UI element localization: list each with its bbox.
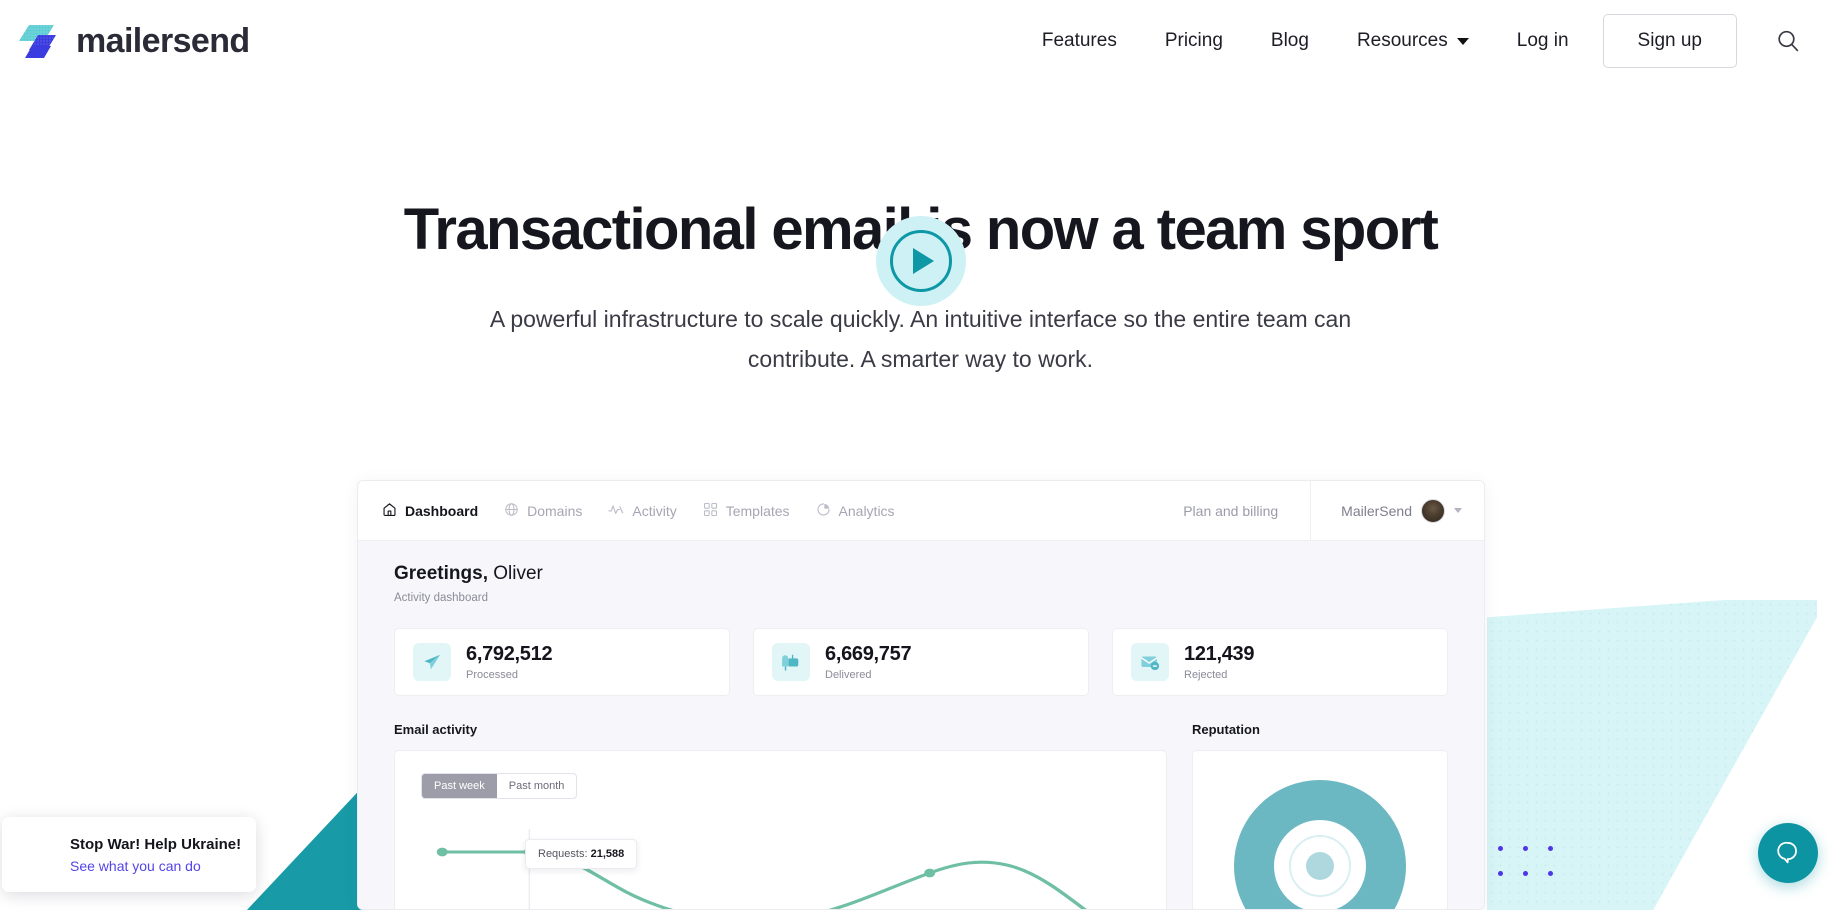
play-ring: [890, 230, 952, 292]
email-activity-card: Past week Past month Requests: 21,588: [394, 750, 1167, 909]
dashboard-tabs: Dashboard Domains Activity Templates Ana…: [358, 502, 895, 520]
stat-card-processed-text: 6,792,512 Processed: [466, 643, 553, 681]
pie-chart-icon: [816, 502, 831, 520]
play-icon: [913, 248, 934, 274]
dashboard-top-bar-right: Plan and billing MailerSend: [1151, 481, 1484, 540]
reputation-card: [1192, 750, 1448, 909]
mailbox-icon: [772, 643, 810, 681]
nav-link-resources-label: Resources: [1356, 30, 1448, 51]
grid-icon: [703, 502, 718, 520]
greeting-name: Oliver: [487, 563, 543, 584]
chat-widget-button[interactable]: [1758, 823, 1818, 883]
nav-link-pricing[interactable]: Pricing: [1141, 20, 1247, 62]
dashboard-tab-domains-label: Domains: [527, 502, 583, 519]
brand-name: mailersend: [76, 21, 250, 60]
account-name: MailerSend: [1341, 502, 1412, 519]
stat-card-rejected-label: Rejected: [1184, 669, 1228, 681]
reputation-panel: Reputation: [1192, 722, 1448, 909]
chevron-down-icon: [1456, 37, 1469, 45]
stat-cards: 6,792,512 Processed 6,669,757 Delivered …: [394, 628, 1448, 696]
stat-card-delivered-label: Delivered: [825, 669, 872, 681]
chart-tooltip-value: 21,588: [590, 848, 625, 860]
account-menu[interactable]: MailerSend: [1310, 481, 1484, 540]
range-toggle-past-week[interactable]: Past week: [422, 774, 497, 798]
hero-subtitle: A powerful infrastructure to scale quick…: [489, 305, 1352, 372]
stat-card-rejected[interactable]: 121,439 Rejected: [1112, 628, 1448, 696]
envelope-rejected-icon: [1131, 643, 1169, 681]
dashboard-tab-activity-label: Activity: [632, 502, 677, 519]
dashboard-tab-analytics-label: Analytics: [838, 502, 895, 519]
chart-tooltip: Requests: 21,588: [525, 839, 638, 869]
dashboard-tab-domains[interactable]: Domains: [504, 502, 582, 520]
stat-card-processed-value: 6,792,512: [466, 643, 553, 665]
dashboard-tab-templates-label: Templates: [725, 502, 790, 519]
stat-card-rejected-text: 121,439 Rejected: [1184, 643, 1255, 681]
stat-card-delivered-value: 6,669,757: [825, 643, 912, 665]
ukraine-banner-text: Stop War! Help Ukraine! See what you can…: [70, 836, 241, 874]
dashboard-tab-templates[interactable]: Templates: [703, 502, 790, 520]
chevron-down-icon: [1454, 508, 1462, 513]
home-icon: [382, 502, 397, 520]
nav-links: Features Pricing Blog Resources Log in S…: [1018, 14, 1841, 68]
paper-plane-icon: [413, 643, 451, 681]
greeting-bold: Greetings,: [394, 563, 488, 584]
stat-card-processed[interactable]: 6,792,512 Processed: [394, 628, 730, 696]
avatar: [1421, 498, 1445, 523]
brand-logo[interactable]: mailersend: [16, 19, 250, 63]
email-activity-panel: Email activity Past week Past month Requ…: [394, 722, 1167, 909]
chat-bubble-icon: [1773, 836, 1803, 871]
stat-card-delivered[interactable]: 6,669,757 Delivered: [753, 628, 1089, 696]
stat-card-processed-label: Processed: [466, 669, 518, 681]
dashboard-tab-analytics[interactable]: Analytics: [816, 502, 895, 520]
stat-card-delivered-text: 6,669,757 Delivered: [825, 643, 912, 681]
dashboard-top-bar: Dashboard Domains Activity Templates Ana…: [358, 481, 1484, 541]
dashboard-tab-activity[interactable]: Activity: [608, 502, 677, 520]
dashboard-tab-dashboard[interactable]: Dashboard: [382, 502, 478, 520]
ukraine-banner[interactable]: Stop War! Help Ukraine! See what you can…: [2, 817, 256, 892]
nav-link-resources[interactable]: Resources: [1333, 20, 1493, 62]
activity-pulse-icon: [608, 502, 624, 520]
stat-card-rejected-value: 121,439: [1184, 643, 1255, 665]
nav-link-features[interactable]: Features: [1018, 20, 1141, 62]
range-toggle-past-month[interactable]: Past month: [497, 774, 577, 798]
chart-tooltip-label: Requests:: [538, 848, 588, 860]
reputation-title: Reputation: [1192, 722, 1260, 737]
mailersend-logo-icon: [16, 19, 64, 63]
reputation-donut-chart: [1193, 777, 1447, 909]
ukraine-banner-link[interactable]: See what you can do: [70, 858, 241, 874]
globe-icon: [504, 502, 519, 520]
search-icon[interactable]: [1771, 24, 1805, 58]
dashboard-panels: Email activity Past week Past month Requ…: [394, 722, 1448, 909]
play-video-button[interactable]: [876, 216, 966, 306]
login-link[interactable]: Log in: [1493, 20, 1593, 62]
email-activity-title: Email activity: [394, 722, 478, 737]
decorative-dot-grid: [1498, 846, 1558, 886]
plan-and-billing-link[interactable]: Plan and billing: [1151, 503, 1310, 519]
greeting-subtitle: Activity dashboard: [394, 592, 488, 604]
top-navigation-bar: mailersend Features Pricing Blog Resourc…: [0, 0, 1841, 82]
signup-button[interactable]: Sign up: [1602, 14, 1737, 68]
greeting: Greetings, Oliver: [394, 563, 1448, 585]
ukraine-flag-icon: [18, 836, 56, 874]
range-toggle: Past week Past month: [421, 773, 578, 799]
ukraine-banner-title: Stop War! Help Ukraine!: [70, 835, 242, 853]
product-dashboard-preview: Dashboard Domains Activity Templates Ana…: [357, 480, 1485, 910]
activity-line-chart: Requests: 21,588: [395, 829, 1166, 909]
dashboard-tab-dashboard-label: Dashboard: [405, 502, 479, 519]
page-root: mailersend Features Pricing Blog Resourc…: [0, 0, 1841, 910]
dashboard-body: Greetings, Oliver Activity dashboard 6,7…: [358, 541, 1484, 909]
nav-link-blog[interactable]: Blog: [1247, 20, 1333, 62]
